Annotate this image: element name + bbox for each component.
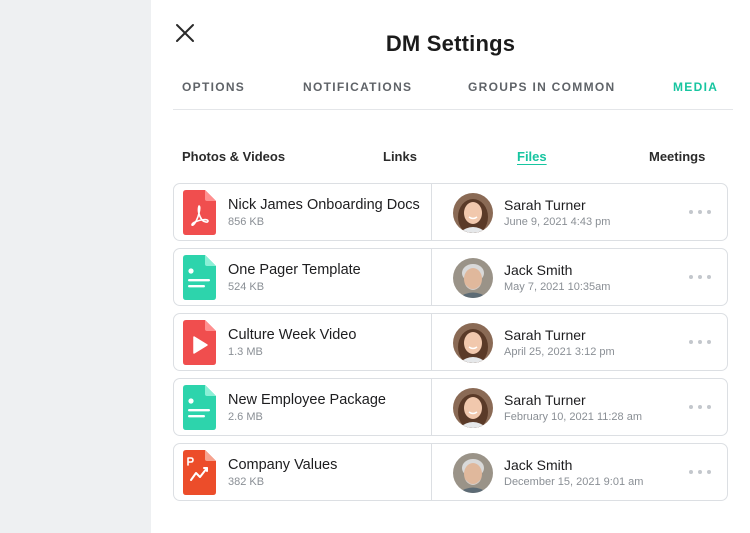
more-dot	[698, 405, 702, 409]
subtab-meetings[interactable]: Meetings	[649, 149, 705, 164]
file-row[interactable]: Nick James Onboarding Docs 856 KB Sarah …	[173, 183, 728, 241]
subtab-files[interactable]: Files	[517, 149, 547, 164]
more-options-button[interactable]	[689, 398, 711, 416]
document-file-icon	[183, 255, 216, 300]
uploader-name: Jack Smith	[504, 262, 573, 278]
more-dot	[707, 275, 711, 279]
more-horizontal-icon	[689, 405, 693, 409]
uploader-name: Jack Smith	[504, 457, 573, 473]
file-name: Nick James Onboarding Docs	[228, 197, 420, 213]
more-horizontal-icon	[689, 210, 693, 214]
subtab-links[interactable]: Links	[383, 149, 417, 164]
more-horizontal-icon	[689, 470, 693, 474]
file-list: Nick James Onboarding Docs 856 KB Sarah …	[173, 183, 728, 508]
settings-tabs: OPTIONS NOTIFICATIONS GROUPS IN COMMON M…	[173, 80, 733, 110]
avatar-sarah-turner	[453, 193, 493, 233]
file-size: 524 KB	[228, 281, 265, 293]
more-dot	[698, 210, 702, 214]
row-divider	[431, 314, 432, 370]
more-dot	[698, 340, 702, 344]
file-name: New Employee Package	[228, 392, 386, 408]
more-options-button[interactable]	[689, 463, 711, 481]
upload-date: June 9, 2021 4:43 pm	[504, 216, 611, 228]
file-row[interactable]: One Pager Template 524 KB Jack Smith May…	[173, 248, 728, 306]
more-options-button[interactable]	[689, 268, 711, 286]
uploader-name: Sarah Turner	[504, 327, 586, 343]
file-row[interactable]: New Employee Package 2.6 MB Sarah Turner…	[173, 378, 728, 436]
more-horizontal-icon	[689, 275, 693, 279]
uploader-name: Sarah Turner	[504, 392, 586, 408]
row-divider	[431, 444, 432, 500]
pdf-file-icon	[183, 190, 216, 235]
more-dot	[707, 210, 711, 214]
more-dot	[698, 470, 702, 474]
more-options-button[interactable]	[689, 333, 711, 351]
more-dot	[707, 340, 711, 344]
upload-date: February 10, 2021 11:28 am	[504, 411, 642, 423]
document-file-icon	[183, 385, 216, 430]
file-size: 1.3 MB	[228, 346, 263, 358]
more-dot	[707, 405, 711, 409]
upload-date: May 7, 2021 10:35am	[504, 281, 611, 293]
file-row[interactable]: Culture Week Video 1.3 MB Sarah Turner A…	[173, 313, 728, 371]
file-size: 382 KB	[228, 476, 265, 488]
uploader-name: Sarah Turner	[504, 197, 586, 213]
row-divider	[431, 184, 432, 240]
upload-date: December 15, 2021 9:01 am	[504, 476, 644, 488]
page-title: DM Settings	[385, 31, 516, 56]
tab-media[interactable]: MEDIA	[673, 80, 718, 94]
row-divider	[431, 379, 432, 435]
upload-date: April 25, 2021 3:12 pm	[504, 346, 615, 358]
presentation-file-icon	[183, 450, 216, 495]
file-name: One Pager Template	[228, 262, 361, 278]
subtab-photos-videos[interactable]: Photos & Videos	[182, 149, 285, 164]
more-horizontal-icon	[689, 340, 693, 344]
tab-notifications[interactable]: NOTIFICATIONS	[303, 80, 412, 94]
file-name: Culture Week Video	[228, 327, 357, 343]
dm-settings-panel: DM Settings OPTIONS NOTIFICATIONS GROUPS…	[151, 0, 750, 533]
avatar-sarah-turner	[453, 323, 493, 363]
row-divider	[431, 249, 432, 305]
video-file-icon	[183, 320, 216, 365]
more-dot	[698, 275, 702, 279]
tab-options[interactable]: OPTIONS	[182, 80, 245, 94]
avatar-sarah-turner	[453, 388, 493, 428]
avatar-jack-smith	[453, 453, 493, 493]
file-row[interactable]: Company Values 382 KB Jack Smith Decembe…	[173, 443, 728, 501]
more-options-button[interactable]	[689, 203, 711, 221]
more-dot	[707, 470, 711, 474]
file-size: 2.6 MB	[228, 411, 263, 423]
avatar-jack-smith	[453, 258, 493, 298]
file-name: Company Values	[228, 457, 338, 473]
tab-groups-in-common[interactable]: GROUPS IN COMMON	[468, 80, 615, 94]
file-size: 856 KB	[228, 216, 265, 228]
left-background	[0, 0, 151, 533]
